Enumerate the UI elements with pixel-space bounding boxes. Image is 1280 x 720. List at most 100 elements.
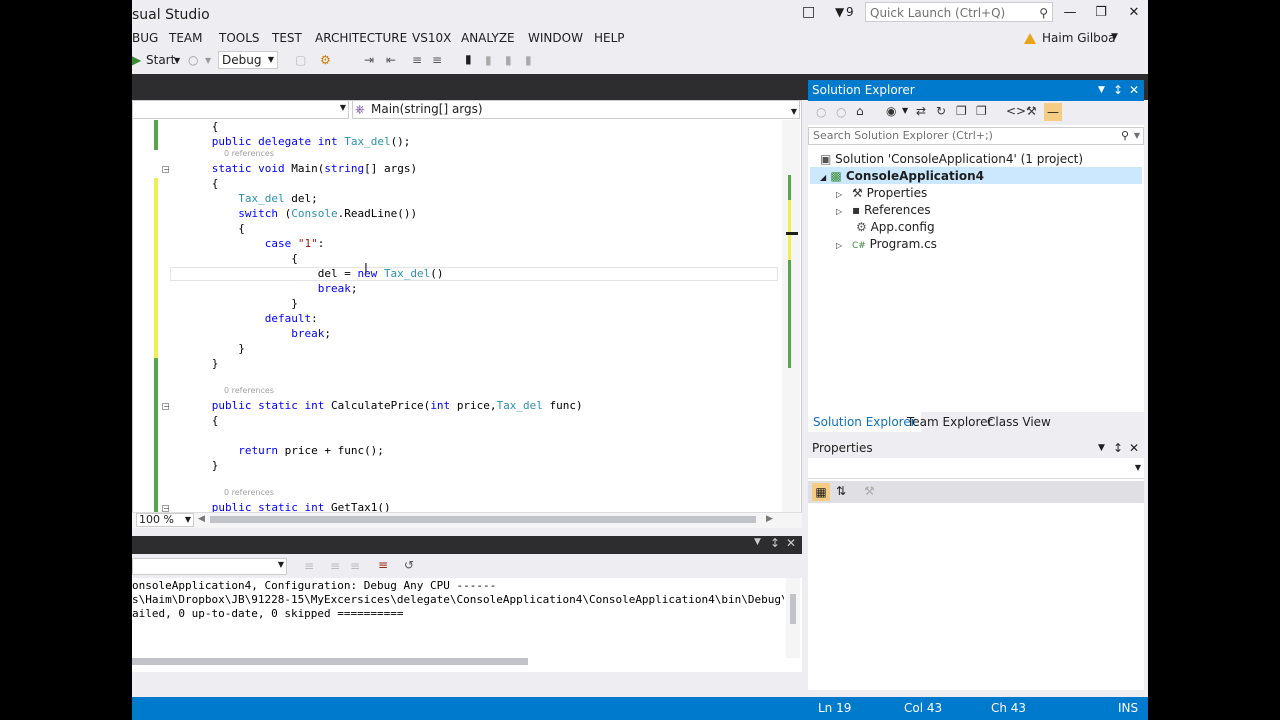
expanded-triangle-icon[interactable]: ◢ (820, 173, 826, 182)
bookmark-icon[interactable]: ▮ (465, 52, 472, 66)
configuration-dropdown[interactable]: Debug ▼ (218, 51, 278, 69)
menu-window[interactable]: WINDOW (528, 31, 583, 45)
pending-changes-icon[interactable]: ◉ (886, 104, 896, 118)
next-message-icon[interactable]: ≡ (350, 559, 360, 573)
collapse-all-icon[interactable]: ❐ (956, 104, 967, 118)
menu-vs10x[interactable]: VS10X (412, 31, 451, 45)
user-chevron-down-icon[interactable]: ▼ (1111, 32, 1118, 42)
scroll-left-icon[interactable]: ◀ (198, 514, 205, 524)
tab-class-view[interactable]: Class View (982, 412, 1056, 432)
quick-launch-input[interactable]: Quick Launch (Ctrl+Q) ⚲ (865, 2, 1053, 22)
prev-message-icon[interactable]: ≡ (330, 559, 340, 573)
menu-analyze[interactable]: ANALYZE (461, 31, 515, 45)
prev-bookmark-icon[interactable]: ▮ (485, 53, 492, 67)
properties-object-dropdown[interactable]: ▼ (808, 459, 1144, 479)
refresh-dropdown-icon[interactable]: ▼ (205, 56, 211, 65)
horizontal-scroll-thumb[interactable] (210, 516, 756, 523)
menu-team[interactable]: TEAM (169, 31, 202, 45)
code-token: default (264, 312, 312, 325)
close-button[interactable]: ✕ (1122, 3, 1146, 23)
start-dropdown-icon[interactable]: ▼ (174, 56, 180, 65)
show-all-files-icon[interactable]: ❐ (976, 104, 987, 118)
scroll-right-icon[interactable]: ▶ (766, 514, 773, 524)
tree-item-references[interactable]: ▷ ▪ References (836, 203, 931, 217)
type-dropdown[interactable]: ▼ (132, 100, 349, 119)
code-area[interactable]: { public delegate int Tax_del(); 0 refere… (172, 120, 780, 512)
start-play-icon[interactable]: ▶ (132, 53, 141, 67)
status-line: Ln 19 (818, 701, 852, 715)
output-options-icon[interactable]: ▼ (754, 537, 761, 547)
preview-selected-icon[interactable]: — (1044, 103, 1062, 121)
refresh-icon[interactable]: ○ (188, 53, 198, 67)
menu-architecture[interactable]: ARCHITECTURE (315, 31, 407, 45)
tree-project[interactable]: ◢ ▩ ConsoleApplication4 (820, 169, 984, 183)
notification-icon[interactable]: □ (802, 4, 815, 20)
menu-debug[interactable]: BUG (132, 31, 158, 45)
zoom-value: 100 % (139, 513, 174, 526)
pending-changes-dropdown-icon[interactable]: ▼ (902, 106, 908, 115)
pin-icon[interactable]: ↕ (1113, 438, 1123, 458)
collapsed-triangle-icon[interactable]: ▷ (836, 207, 842, 216)
collapse-toggle[interactable]: − (162, 166, 170, 174)
code-token: break (317, 282, 351, 295)
align-icon[interactable]: ≡ (412, 53, 422, 67)
code-line: case "1": (172, 237, 325, 250)
property-pages-icon[interactable]: ⚒ (864, 484, 875, 498)
collapse-toggle[interactable]: − (162, 505, 170, 513)
tree-item-app-config[interactable]: ⚙ App.config (856, 220, 935, 234)
home-icon[interactable]: ⌂ (856, 104, 864, 118)
next-bookmark-icon[interactable]: ▮ (505, 53, 512, 67)
collapsed-triangle-icon[interactable]: ▷ (836, 241, 842, 250)
output-pin-icon[interactable]: ↕ (770, 536, 780, 550)
properties-wrench-icon[interactable]: ⚒ (1026, 104, 1037, 118)
collapse-toggle[interactable]: − (162, 403, 170, 411)
menu-help[interactable]: HELP (594, 31, 625, 45)
sync-icon[interactable]: ⇄ (916, 104, 926, 118)
view-code-icon[interactable]: <> (1006, 104, 1026, 118)
search-options-icon[interactable]: ▼ (1134, 128, 1140, 144)
tree-project-label: ConsoleApplication4 (845, 169, 984, 183)
collapsed-triangle-icon[interactable]: ▷ (836, 190, 842, 199)
alphabetical-icon[interactable]: ⇅ (836, 484, 846, 498)
output-close-icon[interactable]: ✕ (786, 536, 796, 550)
menu-test[interactable]: TEST (272, 31, 302, 45)
tree-solution[interactable]: ▣ Solution 'ConsoleApplication4' (1 proj… (820, 152, 1083, 166)
indent-icon[interactable]: ⇥ (364, 53, 374, 67)
back-icon[interactable]: ○ (816, 105, 826, 119)
categorized-icon[interactable]: ▦ (812, 483, 830, 501)
code-token: switch (238, 207, 278, 220)
comment-icon[interactable]: ≡ (432, 53, 442, 67)
close-icon[interactable]: ✕ (1129, 80, 1139, 101)
tree-item-properties[interactable]: ▷ ⚒ Properties (836, 186, 927, 200)
word-wrap-icon[interactable]: ↺ (404, 558, 414, 572)
code-line: break; (172, 282, 358, 295)
user-name[interactable]: Haim Gilboa (1042, 31, 1116, 45)
find-in-files-icon[interactable]: ⚙ (320, 53, 331, 67)
outdent-icon[interactable]: ⇤ (386, 53, 396, 67)
forward-icon[interactable]: ○ (836, 105, 846, 119)
output-scroll-thumb[interactable] (790, 594, 796, 624)
pin-icon[interactable]: ↕ (1113, 80, 1123, 101)
menu-tools[interactable]: TOOLS (219, 31, 260, 45)
panel-options-icon[interactable]: ▼ (1098, 438, 1105, 458)
start-button[interactable]: Start (146, 53, 175, 67)
chevron-down-icon: ▼ (277, 560, 284, 569)
solution-search-input[interactable]: Search Solution Explorer (Ctrl+;) ⚲ ▼ (808, 127, 1144, 145)
find-message-icon[interactable]: ≡ (304, 559, 314, 573)
output-horizontal-scroll-thumb[interactable] (132, 658, 528, 665)
clear-bookmarks-icon[interactable]: ▮ (525, 53, 532, 67)
refresh-icon[interactable]: ↻ (936, 104, 946, 118)
tree-item-program-cs[interactable]: ▷ C# Program.cs (836, 237, 937, 251)
panel-options-icon[interactable]: ▼ (1098, 80, 1105, 101)
config-file-icon: ⚙ (856, 220, 867, 234)
output-pane[interactable]: onsoleApplication4, Configuration: Debug… (132, 578, 802, 672)
zoom-dropdown[interactable]: 100 % ▼ (136, 513, 194, 527)
restore-button[interactable]: ❐ (1089, 3, 1113, 23)
close-icon[interactable]: ✕ (1129, 438, 1139, 458)
member-dropdown[interactable]: ⎈ Main(string[] args) ▼ (352, 100, 800, 119)
feedback-filter-icon[interactable]: ▼ (835, 5, 844, 19)
editor-vertical-scrollbar[interactable] (782, 120, 800, 512)
output-source-dropdown[interactable]: ▼ (132, 558, 287, 575)
clear-all-icon[interactable]: ≡ (378, 558, 388, 572)
minimize-button[interactable]: — (1058, 3, 1082, 23)
